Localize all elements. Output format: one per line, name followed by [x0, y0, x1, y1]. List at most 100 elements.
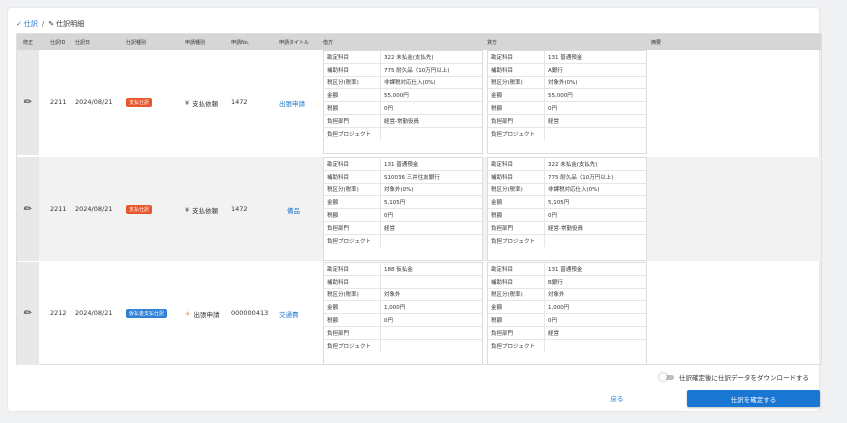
header-summary: 摘要	[651, 40, 662, 46]
debit-value: 経営-常勤役員	[384, 118, 419, 125]
credit-row: 勘定科目 131 普通預金	[488, 263, 646, 276]
table-row: ✏ 2211 2024/08/21 支払仕訳 ¥ 支払依頼 1472 備品 勘定…	[17, 157, 821, 261]
credit-key: 補助科目	[488, 170, 545, 183]
application-type: ¥ 支払依頼	[185, 205, 218, 215]
credit-row: 補助科目 A銀行	[488, 63, 646, 77]
header-type: 仕訳種別	[126, 40, 147, 46]
credit-value: 55,000円	[548, 93, 573, 100]
download-toggle[interactable]	[659, 373, 675, 381]
debit-row: 勘定科目 131 普通預金	[324, 158, 482, 171]
journal-date: 2024/08/21	[75, 98, 113, 106]
credit-key: 税額	[488, 314, 545, 326]
debit-row: 補助科目 775 耐久品（10万円以上)	[324, 63, 482, 77]
debit-key: 勘定科目	[324, 51, 381, 63]
journal-date: 2024/08/21	[75, 309, 113, 317]
header-debit: 借方	[323, 40, 334, 46]
debit-key: 税額	[324, 102, 381, 114]
credit-value: 0円	[548, 105, 557, 112]
debit-key: 金額	[324, 196, 381, 208]
credit-value: 0円	[548, 317, 557, 324]
credit-key: 負担部門	[488, 114, 545, 127]
checkmark-icon: ✓	[16, 19, 22, 28]
application-no: 1472	[231, 98, 248, 106]
application-type: ¥ 支払依頼	[185, 98, 218, 108]
breadcrumb-root-link[interactable]: ✓ 仕訳	[16, 19, 38, 29]
debit-key: 負担部門	[324, 114, 381, 127]
debit-value: 131 普通預金	[384, 161, 419, 168]
credit-row: 負担プロジェクト	[488, 127, 646, 141]
debit-value: 対象外	[384, 292, 401, 299]
credit-row: 負担プロジェクト	[488, 339, 646, 353]
debit-table: 勘定科目 131 普通預金 補助科目 S10036 三井住友銀行 税区分(税率) 対象…	[323, 157, 483, 261]
breadcrumb-current: ✎ 仕訳明細	[48, 19, 84, 29]
credit-value: 対象外	[548, 292, 565, 299]
journal-type-badge: 支払仕訳	[126, 98, 153, 107]
credit-value: 非課税対応仕入(0%)	[548, 187, 600, 194]
table-header: 修正 仕訳ID 仕訳日 仕訳種別 申請種別 申請No. 申請タイトル 借方 貸方…	[17, 34, 821, 50]
debit-value: 55,000円	[384, 93, 409, 100]
download-toggle-row: 仕訳確定後に仕訳データをダウンロードする	[659, 372, 809, 382]
credit-key: 税区分(税率)	[488, 76, 545, 89]
header-credit: 貸方	[487, 40, 498, 46]
debit-table: 勘定科目 188 仮払金 補助科目 税区分(税率) 対象外 金額 1,000円 税額 0…	[323, 262, 483, 365]
credit-row: 税額 0円	[488, 102, 646, 115]
debit-row: 補助科目	[324, 275, 482, 289]
application-type-label: 支払依頼	[192, 207, 219, 215]
pencil-icon: ✎	[48, 19, 55, 28]
credit-key: 金額	[488, 196, 545, 208]
breadcrumb-separator: /	[41, 20, 45, 28]
application-no: 1472	[231, 205, 248, 213]
credit-value: 1,000円	[548, 305, 570, 312]
debit-value: 経営	[384, 225, 396, 232]
debit-key: 勘定科目	[324, 158, 381, 170]
debit-key: 勘定科目	[324, 263, 381, 275]
confirm-journal-button[interactable]: 仕訳を確定する	[687, 390, 820, 407]
edit-button[interactable]: ✏	[17, 262, 39, 365]
debit-row: 負担部門 経営	[324, 221, 482, 235]
debit-key: 補助科目	[324, 275, 381, 288]
application-title-link[interactable]: 交通費	[279, 309, 299, 319]
debit-row: 税額 0円	[324, 102, 482, 115]
debit-table: 勘定科目 322 未払金(支払先) 補助科目 775 耐久品（10万円以上) 税区分…	[323, 50, 483, 154]
credit-key: 補助科目	[488, 275, 545, 288]
debit-key: 負担部門	[324, 326, 381, 339]
header-edit: 修正	[23, 40, 34, 46]
application-type-label: 出張申請	[193, 311, 220, 319]
credit-row: 勘定科目 131 普通預金	[488, 51, 646, 64]
back-button[interactable]: 戻る	[602, 390, 632, 406]
pencil-icon: ✏	[23, 97, 33, 108]
journal-table: 修正 仕訳ID 仕訳日 仕訳種別 申請種別 申請No. 申請タイトル 借方 貸方…	[16, 33, 822, 365]
application-type: ✈ 出張申請	[185, 309, 219, 319]
credit-row: 金額 5,105円	[488, 196, 646, 209]
debit-row: 補助科目 S10036 三井住友銀行	[324, 170, 482, 184]
credit-value: A銀行	[548, 67, 563, 74]
application-title-link[interactable]: 出張申請	[279, 98, 305, 108]
application-title-link[interactable]: 備品	[287, 205, 300, 215]
credit-value: 322 未払金(支払先)	[548, 161, 598, 168]
credit-key: 負担部門	[488, 326, 545, 339]
debit-row: 金額 5,105円	[324, 196, 482, 209]
debit-key: 金額	[324, 89, 381, 101]
credit-value: 775 耐久品（10万円以上)	[548, 174, 614, 181]
journal-type-badge: 支払仕訳	[126, 205, 153, 214]
debit-key: 補助科目	[324, 63, 381, 76]
credit-key: 負担部門	[488, 221, 545, 234]
debit-key: 税区分(税率)	[324, 183, 381, 196]
debit-row: 勘定科目 188 仮払金	[324, 263, 482, 276]
journal-id: 2212	[50, 309, 67, 317]
credit-value: 131 普通預金	[548, 266, 583, 273]
credit-key: 負担プロジェクト	[488, 127, 545, 141]
journal-id: 2211	[50, 205, 67, 213]
edit-button[interactable]: ✏	[17, 50, 39, 155]
credit-key: 税額	[488, 102, 545, 114]
debit-row: 金額 55,000円	[324, 89, 482, 102]
edit-button[interactable]: ✏	[17, 157, 39, 261]
debit-value: S10036 三井住友銀行	[384, 174, 440, 181]
credit-row: 金額 55,000円	[488, 89, 646, 102]
yen-icon: ¥	[185, 205, 190, 214]
debit-value: 775 耐久品（10万円以上)	[384, 67, 450, 74]
application-no: 000000413	[231, 309, 269, 317]
debit-row: 負担部門 経営-常勤役員	[324, 114, 482, 128]
credit-row: 税額 0円	[488, 314, 646, 327]
pencil-icon: ✏	[23, 203, 33, 215]
